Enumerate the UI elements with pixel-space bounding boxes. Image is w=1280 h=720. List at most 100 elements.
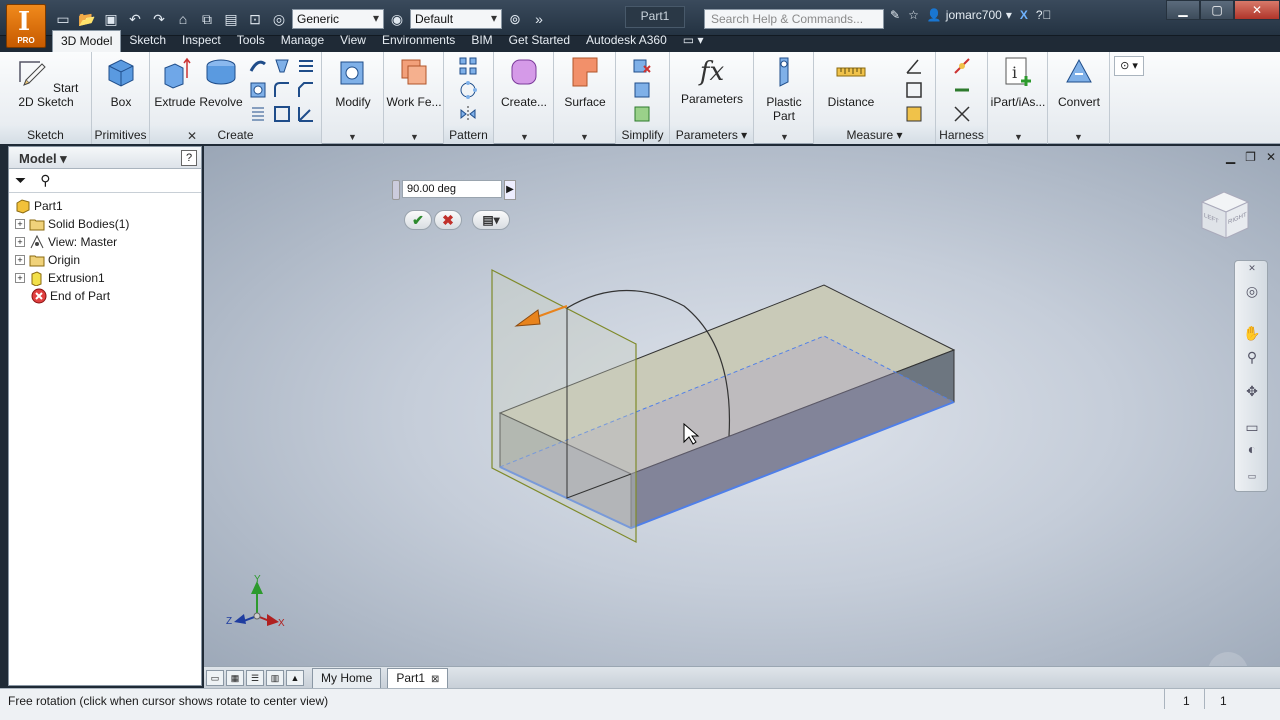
work-plane[interactable] xyxy=(491,269,637,543)
appearance-dropdown[interactable]: Default xyxy=(410,9,502,29)
viewcube[interactable]: LEFT RIGHT xyxy=(1198,188,1252,242)
navbar-extra-icon[interactable]: ◐ xyxy=(1243,441,1261,459)
minimize-button[interactable]: ▁ xyxy=(1166,0,1200,20)
ipropertes-icon[interactable]: ⊡ xyxy=(244,9,266,29)
pan-icon[interactable]: ✋ xyxy=(1243,325,1261,343)
doc-tab-my-home[interactable]: My Home xyxy=(312,667,382,688)
circular-pattern-icon[interactable] xyxy=(458,80,478,100)
home-icon[interactable]: ⌂ xyxy=(172,9,194,29)
favorites-icon[interactable]: ☆ xyxy=(908,8,919,22)
modify-dropdown-arrow[interactable]: ▼ xyxy=(348,132,357,142)
tab-tools[interactable]: Tools xyxy=(229,30,273,52)
tab-sketch[interactable]: Sketch xyxy=(121,30,174,52)
expand-icon[interactable]: + xyxy=(15,273,25,283)
graphics-viewport[interactable]: ▁ ❐ ✕ 90.00 deg ▶ ✔ ✖ ▤▾ Y Z X LEFT RIGH… xyxy=(204,146,1280,666)
coil-icon[interactable] xyxy=(296,56,316,76)
harness-connector-icon[interactable] xyxy=(952,104,972,124)
loft-icon[interactable] xyxy=(272,56,292,76)
arrange-horizontal-icon[interactable]: ☰ xyxy=(246,669,264,686)
work-features-dropdown-arrow[interactable]: ▼ xyxy=(410,132,419,142)
look-at-icon[interactable]: ▭ xyxy=(1243,419,1261,437)
find-icon[interactable]: ⚲ xyxy=(40,172,50,189)
shell-icon[interactable] xyxy=(272,104,292,124)
search-input[interactable]: Search Help & Commands... xyxy=(704,9,884,29)
clear-appearance-icon[interactable]: ⊚ xyxy=(504,9,526,29)
help-icon[interactable]: ? xyxy=(181,150,197,166)
update-icon[interactable]: ⧉ xyxy=(196,9,218,29)
arrange-vertical-icon[interactable]: ▥ xyxy=(266,669,284,686)
convert-dropdown-arrow[interactable]: ▼ xyxy=(1074,132,1083,142)
parameters-button[interactable]: fx Parameters xyxy=(676,54,748,106)
tree-item-solid-bodies[interactable]: + Solid Bodies(1) xyxy=(9,215,201,233)
tab-bim[interactable]: BIM xyxy=(463,30,500,52)
panel-title-parameters[interactable]: Parameters ▾ xyxy=(670,126,753,144)
filter-icon[interactable]: ⏷ xyxy=(15,172,26,189)
define-envelopes-icon[interactable] xyxy=(632,104,652,124)
revolve-button[interactable]: Revolve xyxy=(198,54,244,109)
fillet-icon[interactable] xyxy=(272,80,292,100)
ipart-button[interactable]: i iPart/iAs... xyxy=(990,54,1046,109)
plastic-part-button[interactable]: Plastic Part xyxy=(754,54,814,123)
application-menu-button[interactable]: I PRO xyxy=(6,4,46,48)
tree-item-origin[interactable]: + Origin xyxy=(9,251,201,269)
harness-wire-icon[interactable] xyxy=(952,56,972,76)
steering-wheel-icon[interactable]: ◎ xyxy=(1243,283,1261,301)
autodesk-tools-icon[interactable]: ✎ xyxy=(890,8,900,22)
sweep-icon[interactable] xyxy=(248,56,268,76)
rectangular-pattern-icon[interactable] xyxy=(458,56,478,76)
box-button[interactable]: Box xyxy=(98,54,144,109)
plastic-part-dropdown-arrow[interactable]: ▼ xyxy=(780,132,789,142)
orbit-icon[interactable]: ✥ xyxy=(1243,383,1261,401)
convert-button[interactable]: Convert xyxy=(1052,54,1106,109)
doc-tab-part1[interactable]: Part1 ⊠ xyxy=(387,667,449,688)
surface-button[interactable]: Surface xyxy=(560,54,610,109)
mirror-icon[interactable] xyxy=(458,104,478,124)
close-tab-icon[interactable]: ⊠ xyxy=(431,674,439,685)
more-tools-icon[interactable]: » xyxy=(528,9,550,29)
ribbon-customize-dropdown[interactable]: ⊙ ▾ xyxy=(1114,56,1144,76)
select-icon[interactable]: ▤ xyxy=(220,9,242,29)
navbar-customize-icon[interactable]: ▭ xyxy=(1243,471,1261,489)
surface-dropdown-arrow[interactable]: ▼ xyxy=(580,132,589,142)
tab-view[interactable]: View xyxy=(332,30,374,52)
start-2d-sketch-button[interactable]: Start 2D Sketch xyxy=(8,54,84,109)
remove-details-icon[interactable] xyxy=(632,56,652,76)
tree-item-extrusion1[interactable]: + Extrusion1 xyxy=(9,269,201,287)
extrude-button[interactable]: Extrude xyxy=(154,54,196,109)
redo-icon[interactable]: ↷ xyxy=(148,9,170,29)
create-freeform-dropdown-arrow[interactable]: ▼ xyxy=(520,132,529,142)
tab-autodesk-a360[interactable]: Autodesk A360 xyxy=(578,30,675,52)
close-button[interactable]: ✕ xyxy=(1234,0,1280,20)
harness-segment-icon[interactable] xyxy=(952,80,972,100)
open-file-icon[interactable]: 📂 xyxy=(76,9,98,29)
rib-icon[interactable] xyxy=(296,104,316,124)
create-freeform-button[interactable]: Create... xyxy=(498,54,550,109)
tab-list-icon[interactable]: ▲ xyxy=(286,669,304,686)
appearance-color-icon[interactable]: ◉ xyxy=(386,9,408,29)
loop-measure-icon[interactable] xyxy=(904,80,924,100)
tab-environments[interactable]: Environments xyxy=(374,30,463,52)
tree-item-end-of-part[interactable]: End of Part xyxy=(9,287,201,305)
tab-3d-model[interactable]: 3D Model xyxy=(52,30,122,52)
exchange-apps-icon[interactable]: X xyxy=(1020,8,1028,22)
navbar-close-icon[interactable]: ✕ xyxy=(1243,263,1261,281)
expand-icon[interactable]: + xyxy=(15,237,25,247)
angle-measure-icon[interactable] xyxy=(904,56,924,76)
panel-title-measure[interactable]: Measure ▾ xyxy=(814,126,935,144)
tab-inspect[interactable]: Inspect xyxy=(174,30,229,52)
save-icon[interactable]: ▣ xyxy=(100,9,122,29)
browser-close-icon[interactable]: ✕ xyxy=(187,129,197,143)
user-account[interactable]: 👤 jomarc700 ▾ xyxy=(927,8,1012,22)
tile-windows-icon[interactable]: ▦ xyxy=(226,669,244,686)
hole-icon[interactable] xyxy=(248,80,268,100)
zoom-icon[interactable]: ⚲ xyxy=(1243,349,1261,367)
ribbon-options-icon[interactable]: ▭ ▾ xyxy=(675,30,712,52)
help-icon[interactable]: ?⃝ xyxy=(1036,8,1052,22)
material-dropdown[interactable]: Generic xyxy=(292,9,384,29)
tab-get-started[interactable]: Get Started xyxy=(501,30,578,52)
area-measure-icon[interactable] xyxy=(904,104,924,124)
thread-icon[interactable] xyxy=(248,104,268,124)
new-file-icon[interactable]: ▭ xyxy=(52,9,74,29)
modify-button[interactable]: Modify xyxy=(328,54,378,109)
undo-icon[interactable]: ↶ xyxy=(124,9,146,29)
